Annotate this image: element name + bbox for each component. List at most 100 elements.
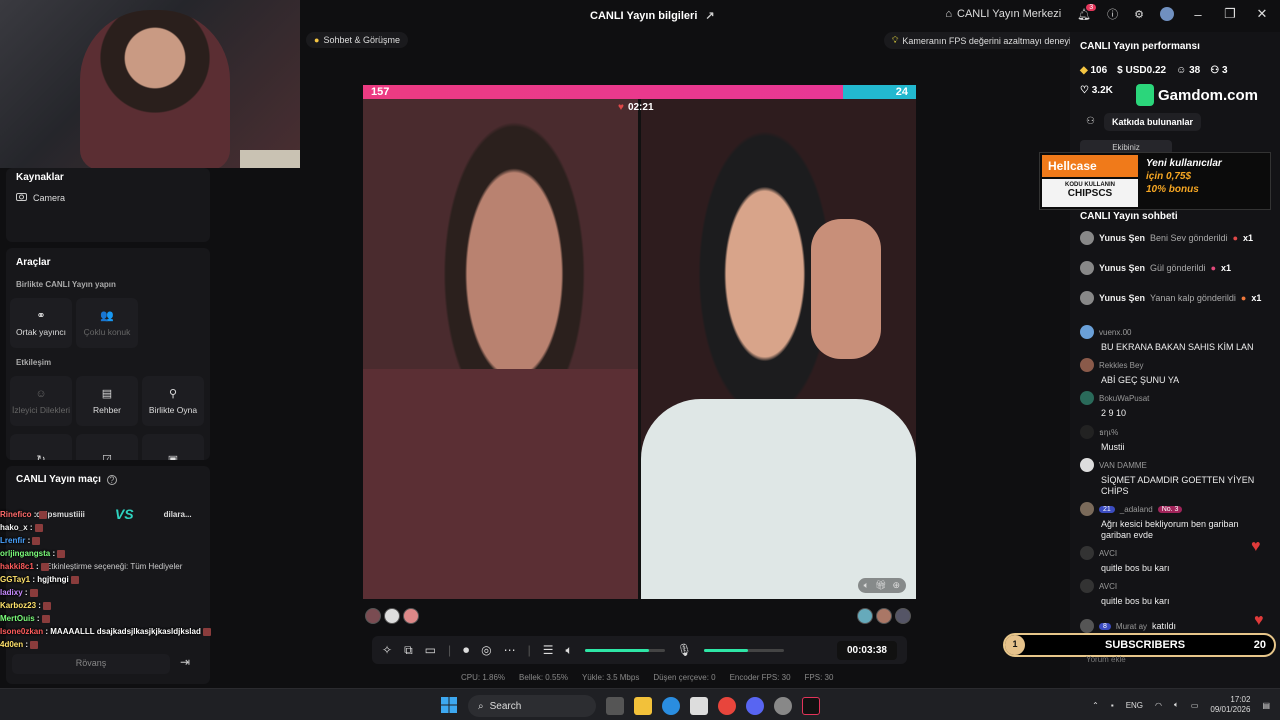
supporter-avatar[interactable]	[365, 608, 381, 624]
tool-button-more-2[interactable]: ☑	[76, 434, 138, 460]
supporter-avatar[interactable]	[895, 608, 911, 624]
search-icon: ⌕	[478, 700, 484, 712]
clock[interactable]: 17:02 09/01/2026	[1210, 695, 1250, 715]
host-supporters	[365, 608, 419, 624]
gift-user[interactable]: Yunus Şen	[1099, 263, 1145, 273]
floating-heart-icon: ♥	[1251, 538, 1261, 555]
chat-username[interactable]: _adaland	[1120, 505, 1153, 514]
speaker-tray-icon[interactable]: 🔈︎	[1174, 700, 1179, 710]
more-icon[interactable]: ⋯	[504, 643, 516, 657]
taskbar: ⌕ Search ⌃ ▪ ENG ◠ 🔈︎ ▭ 17:02 09/01/2026…	[0, 688, 1280, 720]
adjust-icon[interactable]: ☰	[543, 643, 554, 657]
wifi-icon[interactable]: ◠	[1155, 701, 1162, 710]
gift-icon[interactable]: 🎁︎	[875, 580, 886, 591]
tiktok-live-icon[interactable]	[802, 697, 820, 715]
chat-username[interactable]: Murat ay	[1116, 622, 1147, 631]
rematch-button[interactable]: Rövanş	[12, 654, 170, 674]
user-avatar[interactable]	[1080, 358, 1094, 372]
mic-icon[interactable]: 🎙︎	[677, 643, 692, 657]
layout-icon[interactable]: ▭	[425, 643, 436, 657]
help-button[interactable]: ⓘ	[1107, 6, 1118, 22]
notifications-button[interactable]: 🔔︎ 3	[1077, 3, 1097, 21]
user-avatar[interactable]	[1080, 502, 1094, 516]
user-avatar[interactable]	[1080, 325, 1094, 339]
discord-icon[interactable]	[746, 697, 764, 715]
chat-message: ธηเ% Mustii	[1080, 425, 1260, 453]
user-avatar[interactable]	[1080, 458, 1094, 472]
settings-app-icon[interactable]	[774, 697, 792, 715]
chat-username[interactable]: AVCI	[1099, 582, 1117, 591]
tool-button-more-3[interactable]: ▣	[142, 434, 204, 460]
effects-icon[interactable]: ✧	[382, 643, 392, 657]
multi-guest-button[interactable]: 👥 Çoklu konuk	[76, 298, 138, 348]
exit-icon[interactable]: ⇥	[180, 655, 190, 669]
chat-username[interactable]: vuenx.00	[1099, 328, 1131, 337]
chrome-icon[interactable]	[718, 697, 736, 715]
mic-slider[interactable]	[703, 648, 784, 652]
stream-info-title[interactable]: CANLI Yayın bilgileri ↗	[590, 9, 715, 23]
record-icon[interactable]: ⏺	[463, 643, 469, 658]
live-center-button[interactable]: ⌂ CANLI Yayın Merkezi	[945, 8, 1061, 20]
tool-button-more-1[interactable]: ↻	[10, 434, 72, 460]
supporter-avatar[interactable]	[876, 608, 892, 624]
battery-icon[interactable]: ▭	[1191, 701, 1199, 710]
user-avatar[interactable]	[1080, 291, 1094, 305]
profile-avatar[interactable]	[1160, 7, 1174, 21]
language-indicator[interactable]: ENG	[1126, 701, 1143, 710]
chat-username[interactable]: BokuWaPusat	[1099, 394, 1149, 403]
user-avatar[interactable]	[1080, 579, 1094, 593]
maximize-button[interactable]: ❐	[1222, 6, 1238, 22]
play-together-button[interactable]: ⚲ Birlikte Oyna	[142, 376, 204, 426]
chat-username[interactable]: Rekkles Bey	[1099, 361, 1143, 370]
chat-username[interactable]: ธηเ%	[1099, 426, 1118, 439]
camera-switch-icon[interactable]: ◎	[481, 643, 491, 657]
opponent-supporters	[857, 608, 911, 624]
user-avatar[interactable]	[1080, 231, 1094, 245]
file-explorer-icon[interactable]	[634, 697, 652, 715]
viewer-requests-button[interactable]: ☺ İzleyici Dilekleri	[10, 376, 72, 426]
minimize-button[interactable]: –	[1190, 7, 1206, 22]
gift-user[interactable]: Yunus Şen	[1099, 233, 1145, 243]
windows-start-icon[interactable]	[440, 696, 458, 717]
supporter-avatar[interactable]	[384, 608, 400, 624]
speaker-icon[interactable]: 🔈︎	[864, 580, 869, 591]
user-avatar[interactable]	[1080, 425, 1094, 439]
gift-count: x1	[1221, 263, 1232, 273]
close-button[interactable]: ✕	[1254, 6, 1270, 22]
notification-center-icon[interactable]: ▤	[1262, 701, 1270, 710]
user-avatar[interactable]	[1080, 619, 1094, 633]
task-view-icon[interactable]	[606, 697, 624, 715]
edge-icon[interactable]	[662, 697, 680, 715]
co-host-button[interactable]: ⚭ Ortak yayıncı	[10, 298, 72, 348]
overlay-chat-text: :	[29, 523, 33, 532]
viewers-stat: ☺ 38	[1176, 65, 1200, 76]
user-avatar[interactable]	[1080, 391, 1094, 405]
camera-source[interactable]: Camera	[16, 192, 65, 203]
settings-button[interactable]: ⚙	[1134, 8, 1144, 21]
supporter-avatar[interactable]	[857, 608, 873, 624]
add-icon[interactable]: ⊕	[892, 580, 900, 591]
overlay-chat-text: :	[36, 614, 40, 623]
user-avatar[interactable]	[1080, 261, 1094, 275]
chat-username[interactable]: AVCI	[1099, 549, 1117, 558]
mic-fill	[703, 648, 748, 652]
chat-username[interactable]: VAN DAMME	[1099, 461, 1147, 470]
screen-share-icon[interactable]: ⧉	[404, 643, 413, 658]
contributors-button[interactable]: Katkıda bulunanlar	[1104, 113, 1202, 131]
gift-user[interactable]: Yunus Şen	[1099, 293, 1145, 303]
volume-slider[interactable]	[584, 648, 665, 652]
volume-icon[interactable]: 🔈︎	[566, 643, 573, 658]
guide-button[interactable]: ▤ Rehber	[76, 376, 138, 426]
tray-app-icon[interactable]: ▪	[1111, 701, 1114, 710]
comment-input[interactable]: Yorum ekle	[1070, 655, 1250, 671]
user-avatar[interactable]	[1080, 546, 1094, 560]
store-icon[interactable]	[690, 697, 708, 715]
supporter-avatar[interactable]	[403, 608, 419, 624]
help-icon[interactable]: ?	[106, 474, 117, 485]
diamonds-value: 106	[1090, 65, 1108, 76]
overlay-chat-row: hako_x :	[0, 521, 200, 534]
person-edit-icon[interactable]: ⚇	[1086, 116, 1095, 127]
chevron-up-icon[interactable]: ⌃	[1092, 701, 1099, 710]
taskbar-search[interactable]: ⌕ Search	[468, 695, 596, 717]
chat-call-chip[interactable]: ● Sohbet & Görüşme	[306, 32, 408, 48]
